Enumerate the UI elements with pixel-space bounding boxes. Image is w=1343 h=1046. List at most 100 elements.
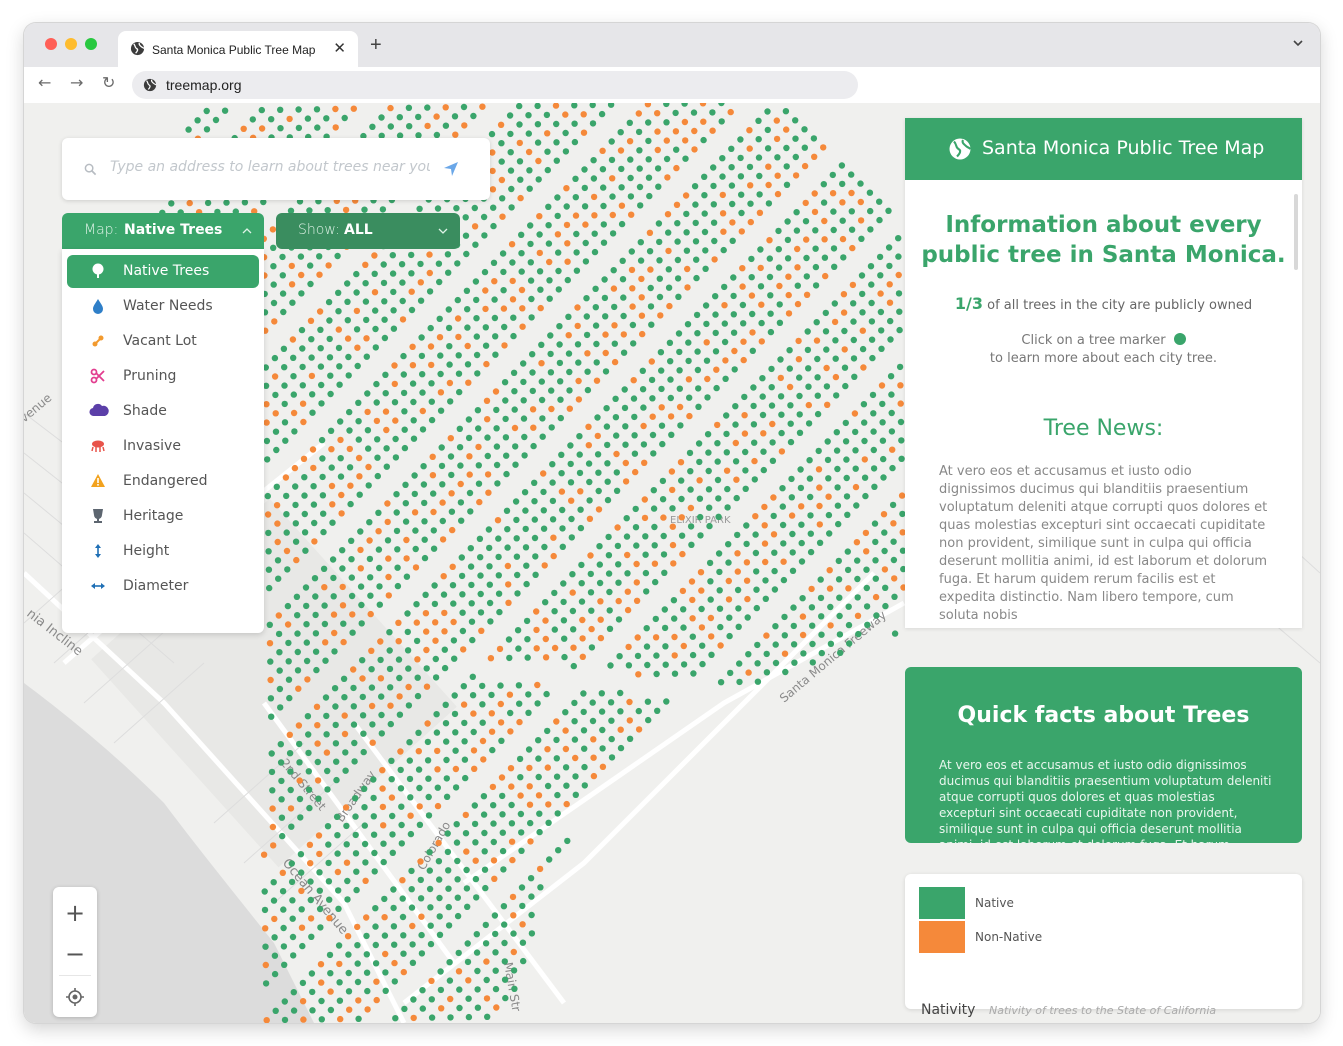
tree-marker[interactable] xyxy=(433,711,440,718)
tree-marker[interactable] xyxy=(333,813,341,820)
tree-marker[interactable] xyxy=(759,375,766,382)
tree-marker[interactable] xyxy=(541,543,548,551)
tree-marker[interactable] xyxy=(361,804,368,811)
tree-marker[interactable] xyxy=(418,931,425,939)
tree-marker[interactable] xyxy=(527,277,535,284)
tree-marker[interactable] xyxy=(751,457,758,465)
tree-marker[interactable] xyxy=(764,108,771,115)
tree-marker[interactable] xyxy=(456,1004,463,1012)
tree-marker[interactable] xyxy=(352,850,360,857)
tree-marker[interactable] xyxy=(428,380,435,387)
tree-marker[interactable] xyxy=(298,906,305,913)
tree-marker[interactable] xyxy=(756,191,763,198)
tree-marker[interactable] xyxy=(730,292,737,300)
tree-marker[interactable] xyxy=(400,968,407,976)
tree-marker[interactable] xyxy=(223,199,230,206)
tree-marker[interactable] xyxy=(590,772,598,780)
tree-marker[interactable] xyxy=(661,624,669,632)
tree-marker[interactable] xyxy=(309,409,316,416)
tree-marker[interactable] xyxy=(602,368,610,375)
tree-marker[interactable] xyxy=(820,181,827,188)
tree-marker[interactable] xyxy=(558,470,565,477)
tree-marker[interactable] xyxy=(604,460,611,467)
tree-marker[interactable] xyxy=(293,593,301,600)
tree-marker[interactable] xyxy=(310,483,317,490)
tree-marker[interactable] xyxy=(778,429,785,437)
tree-marker[interactable] xyxy=(648,358,655,365)
tree-marker[interactable] xyxy=(416,803,423,810)
tree-marker[interactable] xyxy=(345,951,352,958)
tree-marker[interactable] xyxy=(632,505,639,513)
tree-marker[interactable] xyxy=(403,536,410,544)
tree-marker[interactable] xyxy=(368,702,376,710)
tree-marker[interactable] xyxy=(284,602,292,610)
tree-marker[interactable] xyxy=(358,601,365,609)
locate-arrow-icon[interactable] xyxy=(442,160,460,178)
tree-marker[interactable] xyxy=(306,804,313,812)
tree-marker[interactable] xyxy=(516,121,523,128)
tree-marker[interactable] xyxy=(360,730,367,737)
tree-marker[interactable] xyxy=(654,128,661,135)
tree-marker[interactable] xyxy=(495,535,502,542)
tree-marker[interactable] xyxy=(792,153,799,161)
tree-marker[interactable] xyxy=(434,205,442,212)
tree-marker[interactable] xyxy=(518,829,525,836)
tree-marker[interactable] xyxy=(602,349,609,357)
tree-marker[interactable] xyxy=(327,427,335,434)
tree-marker[interactable] xyxy=(607,699,615,706)
tree-marker[interactable] xyxy=(484,1013,491,1020)
tree-marker[interactable] xyxy=(850,300,857,307)
tree-marker[interactable] xyxy=(890,556,898,564)
tree-marker[interactable] xyxy=(599,763,607,770)
tree-marker[interactable] xyxy=(423,628,430,635)
tree-marker[interactable] xyxy=(397,748,404,755)
tree-marker[interactable] xyxy=(798,521,805,528)
tree-marker[interactable] xyxy=(452,747,459,754)
tree-marker[interactable] xyxy=(714,476,722,484)
tree-marker[interactable] xyxy=(751,439,758,446)
tree-marker[interactable] xyxy=(405,665,412,672)
tree-marker[interactable] xyxy=(628,211,635,218)
tree-marker[interactable] xyxy=(845,585,852,592)
tree-marker[interactable] xyxy=(796,392,803,400)
tree-marker[interactable] xyxy=(816,539,824,546)
tree-marker[interactable] xyxy=(472,278,480,285)
tree-marker[interactable] xyxy=(455,370,463,377)
tree-marker[interactable] xyxy=(548,405,555,413)
tree-marker[interactable] xyxy=(490,204,497,211)
tree-marker[interactable] xyxy=(617,726,624,733)
tree-marker[interactable] xyxy=(483,995,491,1002)
tree-marker[interactable] xyxy=(289,915,296,922)
tree-marker[interactable] xyxy=(581,166,588,173)
tree-marker[interactable] xyxy=(462,232,470,239)
tree-marker[interactable] xyxy=(363,932,370,940)
tree-marker[interactable] xyxy=(497,700,504,708)
tree-marker[interactable] xyxy=(354,942,361,949)
tree-marker[interactable] xyxy=(286,750,294,757)
tree-marker[interactable] xyxy=(836,612,843,620)
tree-marker[interactable] xyxy=(298,869,305,876)
tree-marker[interactable] xyxy=(710,219,718,226)
tree-marker[interactable] xyxy=(660,514,667,521)
tree-marker[interactable] xyxy=(422,610,430,617)
tree-marker[interactable] xyxy=(435,260,443,267)
tree-marker[interactable] xyxy=(361,206,368,213)
tree-marker[interactable] xyxy=(802,199,809,207)
tree-marker[interactable] xyxy=(551,644,559,652)
tree-marker[interactable] xyxy=(793,209,800,216)
tree-marker[interactable] xyxy=(271,970,279,978)
tree-marker[interactable] xyxy=(362,280,369,287)
tree-marker[interactable] xyxy=(867,263,875,270)
tree-marker[interactable] xyxy=(505,599,512,606)
tree-marker[interactable] xyxy=(897,382,904,389)
tree-marker[interactable] xyxy=(382,950,389,958)
tree-marker[interactable] xyxy=(298,887,305,895)
tree-marker[interactable] xyxy=(264,511,272,518)
tree-marker[interactable] xyxy=(289,897,296,904)
tree-marker[interactable] xyxy=(272,410,279,417)
tree-marker[interactable] xyxy=(778,448,786,455)
tree-marker[interactable] xyxy=(714,458,721,465)
tree-marker[interactable] xyxy=(778,411,785,418)
tree-marker[interactable] xyxy=(418,334,425,341)
tree-marker[interactable] xyxy=(484,434,491,441)
